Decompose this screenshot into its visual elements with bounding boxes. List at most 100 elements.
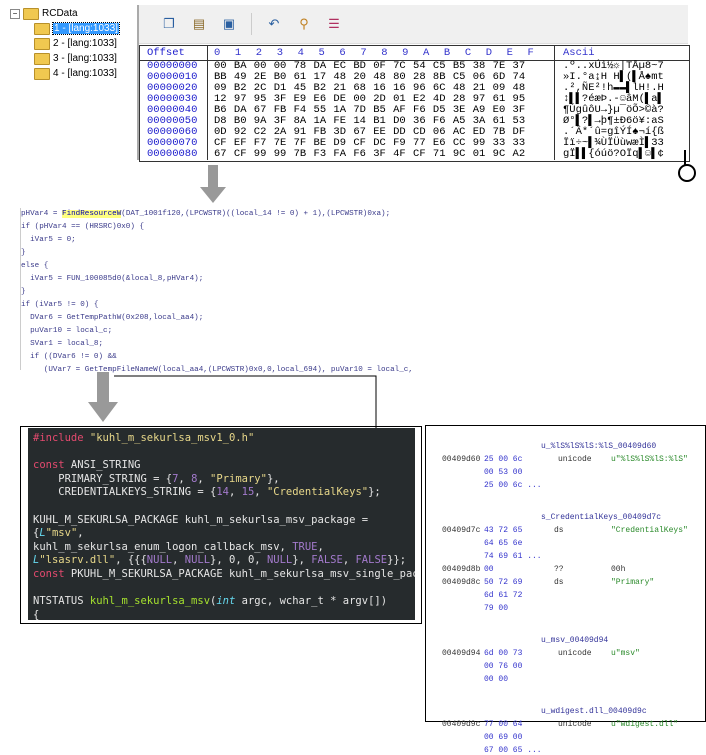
- listing-address[interactable]: 00409d8c: [442, 578, 480, 587]
- listing-bytes: 00 00: [484, 675, 509, 684]
- undo-icon[interactable]: ↶: [266, 16, 282, 32]
- code-token: , {{{: [115, 554, 147, 567]
- cursor-circle-icon: [678, 164, 696, 182]
- code-token: NULL: [266, 554, 293, 567]
- tree-label: RCData: [42, 8, 78, 19]
- code-token: kuhl_m_sekurlsa_msv: [89, 595, 211, 608]
- tree-node-1[interactable]: 1 - [lang:1033]: [10, 21, 132, 36]
- code-token: "Primary": [210, 472, 267, 485]
- code-token: FALSE: [311, 554, 343, 567]
- listing-bytes: 77 00 64: [484, 720, 523, 729]
- find-icon[interactable]: ⚲: [296, 16, 312, 32]
- code-token: ,: [342, 554, 356, 567]
- columns-header: 0 1 2 3 4 5 6 7 8 9 A B C D E F: [208, 46, 555, 60]
- code-token: 15: [241, 486, 255, 499]
- row-offset: 00000080: [140, 149, 208, 160]
- code-token: kuhl_m_sekurlsa_enum_logon_callback_msv,: [33, 540, 293, 553]
- listing-bytes: 25 00 6c: [484, 455, 523, 464]
- tree-node-4[interactable]: 4 - [lang:1033]: [10, 66, 132, 81]
- code-line: else {: [21, 262, 49, 270]
- listing-bytes: 00: [484, 565, 494, 574]
- listing-address[interactable]: 00409d7c: [442, 526, 480, 535]
- code-token: "lsasrv.dll": [39, 554, 116, 567]
- code-line: iVar5 = 0;: [21, 236, 76, 244]
- listing-label[interactable]: u_%lS%lS%lS:%lS_00409d60: [541, 442, 656, 451]
- code-token: ,: [77, 527, 84, 540]
- tree-node-rcdata[interactable]: − RCData: [10, 6, 132, 21]
- listing-bytes: 00 76 00: [484, 662, 523, 671]
- code-token: #include: [33, 432, 84, 444]
- code-token: };: [368, 486, 381, 499]
- code-line: }: [21, 249, 26, 257]
- listing-bytes: 00 69 00: [484, 733, 523, 742]
- listing-bytes: 64 65 6e: [484, 539, 523, 548]
- listing-label[interactable]: s_CredentialKeys_00409d7c: [541, 513, 661, 522]
- listing-bytes: 43 72 65: [484, 526, 523, 535]
- listing-address[interactable]: 00409d60: [442, 455, 480, 464]
- listing-value: u"wdigest.dll": [611, 720, 679, 729]
- code-token: argc, wchar_t * argv[]): [235, 595, 388, 608]
- listing-bytes: 25 00 6c ...: [484, 481, 542, 490]
- hex-settings-icon[interactable]: ☰: [326, 16, 342, 32]
- listing-address[interactable]: 00409d9c: [442, 720, 480, 729]
- down-arrow-icon: [200, 165, 226, 203]
- hex-row[interactable]: 00000080 67 CF 99 99 7B F3 FA F6 3F 4F CF…: [140, 149, 689, 160]
- listing-bytes: 6d 00 73: [484, 649, 523, 658]
- code-token: const: [33, 459, 65, 472]
- tree-node-2[interactable]: 2 - [lang:1033]: [10, 36, 132, 51]
- listing-address[interactable]: 00409d94: [442, 649, 480, 658]
- listing-bytes: 74 69 61 ...: [484, 552, 542, 561]
- code-token: ,: [197, 472, 211, 485]
- code-token: int: [216, 595, 236, 608]
- code-token: ,: [228, 486, 242, 499]
- disassembly-listing: u_%lS%lS%lS:%lS_00409d60 00409d60 unicode u…: [425, 425, 706, 755]
- code-token: }, 0, 0,: [210, 554, 267, 567]
- code-token: PKUHL_M_SEKURLSA_PACKAGE kuhl_m_sekurlsa…: [64, 567, 415, 580]
- tree-node-3[interactable]: 3 - [lang:1033]: [10, 51, 132, 66]
- decompiled-code: pHVar4 = FindResourceW(DAT_1001f120,(LPC…: [20, 208, 461, 374]
- code-token: const: [33, 567, 65, 580]
- code-token: ,: [254, 486, 267, 499]
- code-token: TRUE: [292, 540, 318, 553]
- highlighted-call: FindResourceW: [62, 210, 122, 218]
- code-token: FALSE: [355, 554, 388, 567]
- listing-label[interactable]: u_msv_00409d94: [541, 636, 608, 645]
- listing-bytes: 6d 61 72: [484, 591, 523, 600]
- listing-bytes: 79 00: [484, 604, 509, 613]
- code-line: if (pHVar4 == (HRSRC)0x0) {: [21, 223, 145, 231]
- collapse-icon[interactable]: −: [10, 8, 20, 19]
- code-token: 14: [216, 486, 229, 499]
- resource-tree: − RCData 1 - [lang:1033] 2 - [lang:1033] …: [10, 6, 132, 81]
- hex-grid[interactable]: Offset 0 1 2 3 4 5 6 7 8 9 A B C D E F A…: [139, 45, 690, 162]
- hex-viewer: ❐ ▤ ▣ ↶ ⚲ ☰ Offset 0 1 2 3 4 5 6 7 8 9 A…: [137, 5, 690, 162]
- listing-value: u"msv": [611, 649, 640, 658]
- code-line: puVar10 = local_c;: [21, 327, 113, 335]
- listing-address[interactable]: 00409d8b: [442, 565, 480, 574]
- folder-icon: [34, 67, 50, 80]
- source-code-editor[interactable]: #include "kuhl_m_sekurlsa_msv1_0.h" cons…: [28, 428, 415, 620]
- code-token: NULL: [146, 554, 173, 567]
- listing-type: unicode: [558, 455, 592, 464]
- listing-bytes: 00 53 00: [484, 468, 523, 477]
- code-line: if (iVar5 != 0) {: [21, 301, 99, 309]
- code-line: if ((DVar6 != 0) &&: [21, 353, 117, 361]
- paste-icon[interactable]: ▤: [191, 16, 207, 32]
- listing-value: u"%lS%lS%lS:%lS": [611, 455, 688, 464]
- folder-icon: [23, 7, 39, 20]
- code-token: },: [292, 554, 312, 567]
- listing-label[interactable]: u_wdigest.dll_00409d9c: [541, 707, 647, 716]
- code-token: },: [266, 472, 280, 485]
- code-token: KUHL_M_SEKURLSA_PACKAGE kuhl_m_sekurlsa_…: [33, 513, 369, 526]
- folder-icon: [34, 37, 50, 50]
- code-token: }};: [387, 554, 407, 567]
- code-token: ,: [178, 472, 192, 485]
- listing-type: ds: [554, 526, 564, 535]
- copy-icon[interactable]: ❐: [161, 16, 177, 32]
- code-token: PRIMARY_STRING = {: [33, 472, 173, 485]
- export-icon[interactable]: ▣: [221, 16, 237, 32]
- hex-rows: 00000000 00 BA 00 00 78 DA EC BD 0F 7C 54…: [140, 61, 689, 160]
- listing-bytes: 67 00 65 ...: [484, 746, 542, 755]
- code-line: DVar6 = GetTempPathW(0x208,local_aa4);: [21, 314, 204, 322]
- code-line: SVar1 = local_8;: [21, 340, 104, 348]
- tree-label: 4 - [lang:1033]: [53, 68, 117, 79]
